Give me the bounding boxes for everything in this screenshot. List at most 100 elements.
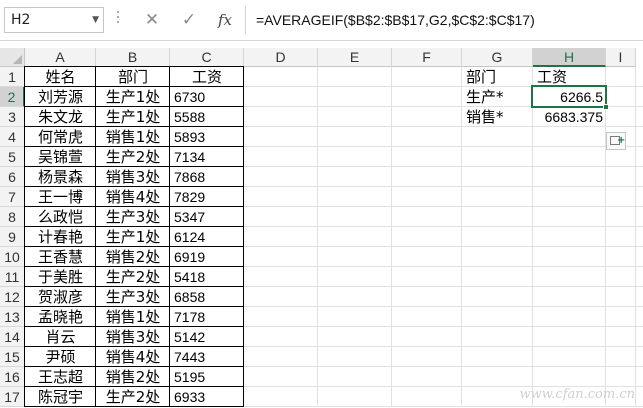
table-header-cell[interactable]: 部门 xyxy=(96,67,170,87)
table-cell[interactable]: 6919 xyxy=(170,247,244,267)
table-cell[interactable]: 生产3处 xyxy=(96,207,170,227)
row-header-6[interactable]: 6 xyxy=(0,167,25,187)
table-cell[interactable]: 肖云 xyxy=(25,327,96,347)
table-cell[interactable]: 何常虎 xyxy=(25,127,96,147)
table-cell[interactable]: 王志超 xyxy=(25,367,96,387)
row-header-3[interactable]: 3 xyxy=(0,107,25,127)
table-cell[interactable]: 6933 xyxy=(170,387,244,407)
table-cell[interactable]: 杨景森 xyxy=(25,167,96,187)
table-cell[interactable]: 7178 xyxy=(170,307,244,327)
insert-function-icon[interactable]: fx xyxy=(214,9,236,31)
table-header-cell[interactable]: 姓名 xyxy=(25,67,96,87)
column-header-g[interactable]: G xyxy=(462,48,533,67)
table-cell[interactable]: 销售3处 xyxy=(96,167,170,187)
column-header-b[interactable]: B xyxy=(96,48,170,67)
cancel-icon[interactable]: ✕ xyxy=(141,9,163,31)
row-header-7[interactable]: 7 xyxy=(0,187,25,207)
column-header-e[interactable]: E xyxy=(318,48,392,67)
formula-bar-grip[interactable] xyxy=(117,11,120,29)
row-header-4[interactable]: 4 xyxy=(0,127,25,147)
summary-average-cell[interactable]: 6683.375 xyxy=(533,107,606,127)
column-header-i[interactable]: I xyxy=(606,48,636,67)
row-header-17[interactable]: 17 xyxy=(0,387,25,407)
table-cell[interactable]: 生产2处 xyxy=(96,267,170,287)
table-cell[interactable]: 贺淑彦 xyxy=(25,287,96,307)
table-cell[interactable]: 7829 xyxy=(170,187,244,207)
watermark: www.cfan.com.cn xyxy=(519,387,635,402)
table-cell[interactable]: 5893 xyxy=(170,127,244,147)
table-border-h xyxy=(24,126,243,127)
row-header-8[interactable]: 8 xyxy=(0,207,25,227)
table-cell[interactable]: 生产1处 xyxy=(96,107,170,127)
table-cell[interactable]: 7868 xyxy=(170,167,244,187)
summary-header-dept[interactable]: 部门 xyxy=(462,67,533,87)
row-header-13[interactable]: 13 xyxy=(0,307,25,327)
column-header-a[interactable]: A xyxy=(25,48,96,67)
row-header-16[interactable]: 16 xyxy=(0,367,25,387)
table-cell[interactable]: 销售2处 xyxy=(96,367,170,387)
table-cell[interactable]: 5347 xyxy=(170,207,244,227)
table-cell[interactable]: 计春艳 xyxy=(25,227,96,247)
table-cell[interactable]: 5588 xyxy=(170,107,244,127)
table-cell[interactable]: 销售4处 xyxy=(96,347,170,367)
table-cell[interactable]: 于美胜 xyxy=(25,267,96,287)
formula-bar: H2 ▼ ✕ ✓ fx =AVERAGEIF($B$2:$B$17,G2,$C$… xyxy=(0,0,643,41)
table-cell[interactable]: 5195 xyxy=(170,367,244,387)
table-cell[interactable]: 5418 xyxy=(170,267,244,287)
fill-handle[interactable] xyxy=(603,104,609,110)
table-cell[interactable]: 陈冠宇 xyxy=(25,387,96,407)
table-cell[interactable]: 销售1处 xyxy=(96,307,170,327)
name-box[interactable]: H2 ▼ xyxy=(4,7,104,33)
column-header-d[interactable]: D xyxy=(244,48,318,67)
table-cell[interactable]: 朱文龙 xyxy=(25,107,96,127)
row-header-1[interactable]: 1 xyxy=(0,67,25,87)
table-cell[interactable]: 销售1处 xyxy=(96,127,170,147)
enter-icon[interactable]: ✓ xyxy=(178,9,200,31)
table-cell[interactable]: 销售4处 xyxy=(96,187,170,207)
table-cell[interactable]: 销售2处 xyxy=(96,247,170,267)
summary-header-salary[interactable]: 工资 xyxy=(533,67,606,87)
table-cell[interactable]: 销售3处 xyxy=(96,327,170,347)
row-header-9[interactable]: 9 xyxy=(0,227,25,247)
table-cell[interactable]: 7443 xyxy=(170,347,244,367)
summary-dept-cell[interactable]: 生产* xyxy=(462,87,533,107)
row-header-15[interactable]: 15 xyxy=(0,347,25,367)
table-cell[interactable]: 生产2处 xyxy=(96,147,170,167)
chevron-down-icon[interactable]: ▼ xyxy=(92,8,99,32)
table-cell[interactable]: 么政恺 xyxy=(25,207,96,227)
table-border-h xyxy=(24,386,243,387)
quick-analysis-icon[interactable] xyxy=(606,132,626,150)
table-border-h xyxy=(24,186,243,187)
table-cell[interactable]: 7134 xyxy=(170,147,244,167)
select-all-button[interactable] xyxy=(0,48,25,67)
table-cell[interactable]: 6858 xyxy=(170,287,244,307)
table-cell[interactable]: 生产3处 xyxy=(96,287,170,307)
table-cell[interactable]: 孟晓艳 xyxy=(25,307,96,327)
table-cell[interactable]: 生产2处 xyxy=(96,387,170,407)
row-header-2[interactable]: 2 xyxy=(0,87,25,107)
table-cell[interactable]: 王香慧 xyxy=(25,247,96,267)
summary-dept-cell[interactable]: 销售* xyxy=(462,107,533,127)
table-header-cell[interactable]: 工资 xyxy=(170,67,244,87)
table-cell[interactable]: 6124 xyxy=(170,227,244,247)
table-cell[interactable]: 5142 xyxy=(170,327,244,347)
row-header-11[interactable]: 11 xyxy=(0,267,25,287)
table-cell[interactable]: 生产1处 xyxy=(96,87,170,107)
table-cell[interactable]: 刘芳源 xyxy=(25,87,96,107)
row-header-12[interactable]: 12 xyxy=(0,287,25,307)
active-cell-selection[interactable] xyxy=(531,85,607,108)
column-header-c[interactable]: C xyxy=(170,48,244,67)
row-header-14[interactable]: 14 xyxy=(0,327,25,347)
row-header-10[interactable]: 10 xyxy=(0,247,25,267)
column-header-h[interactable]: H xyxy=(533,48,606,67)
row-header-5[interactable]: 5 xyxy=(0,147,25,167)
table-cell[interactable]: 6730 xyxy=(170,87,244,107)
formula-input[interactable]: =AVERAGEIF($B$2:$B$17,G2,$C$2:$C$17) xyxy=(256,9,535,31)
table-cell[interactable]: 吴锦萱 xyxy=(25,147,96,167)
table-cell[interactable]: 生产1处 xyxy=(96,227,170,247)
table-border-h xyxy=(24,346,243,347)
table-cell[interactable]: 尹硕 xyxy=(25,347,96,367)
table-cell[interactable]: 王一博 xyxy=(25,187,96,207)
gridline-v xyxy=(635,67,636,407)
column-header-f[interactable]: F xyxy=(392,48,462,67)
